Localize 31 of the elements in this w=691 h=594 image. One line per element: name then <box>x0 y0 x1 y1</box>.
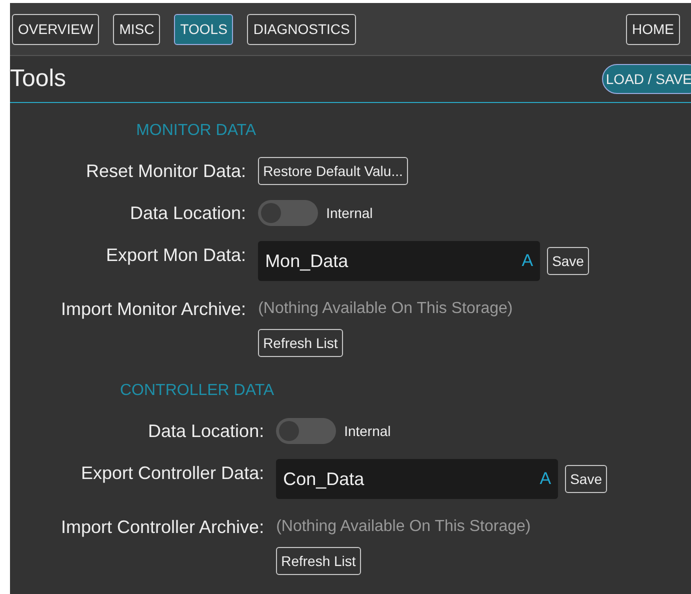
section-title: CONTROLLER DATA <box>118 381 276 401</box>
name-field[interactable]: Mon_Data A <box>258 241 540 281</box>
nav-tab[interactable]: TOOLS <box>174 14 234 44</box>
keyboard-icon[interactable]: A <box>522 248 534 274</box>
home-button[interactable]: HOME <box>626 14 680 44</box>
nav-tab[interactable]: MISC <box>113 14 160 44</box>
nav-tab[interactable]: OVERVIEW <box>12 14 100 44</box>
toggle-text: Internal <box>344 422 391 440</box>
row-label: Import Controller Archive: <box>61 516 266 539</box>
save-button[interactable]: Save <box>547 247 589 275</box>
restore-button[interactable]: Restore Default Valu... <box>258 157 408 185</box>
save-button[interactable]: Save <box>565 465 607 493</box>
toggle-switch[interactable] <box>276 418 336 444</box>
keyboard-icon[interactable]: A <box>540 466 552 492</box>
row-label: Export Mon Data: <box>105 244 248 267</box>
status-note: (Nothing Available On This Storage) <box>258 299 513 319</box>
row-label: Export Controller Data: <box>80 462 266 485</box>
page-title: Tools <box>10 64 66 94</box>
load-save-button[interactable]: LOAD / SAVE <box>602 64 691 94</box>
section-title: MONITOR DATA <box>135 121 258 141</box>
row-label: Import Monitor Archive: <box>61 298 248 321</box>
nav-tab[interactable]: DIAGNOSTICS <box>247 14 356 44</box>
refresh-button[interactable]: Refresh List <box>258 329 343 357</box>
toggle-switch[interactable] <box>258 200 318 226</box>
toggle-text: Internal <box>326 204 373 222</box>
name-field[interactable]: Con_Data A <box>276 459 558 499</box>
refresh-button[interactable]: Refresh List <box>276 547 361 575</box>
row-label: Data Location: <box>147 420 266 443</box>
row-label: Reset Monitor Data: <box>84 160 248 183</box>
status-note: (Nothing Available On This Storage) <box>276 517 531 537</box>
row-label: Data Location: <box>128 202 248 225</box>
